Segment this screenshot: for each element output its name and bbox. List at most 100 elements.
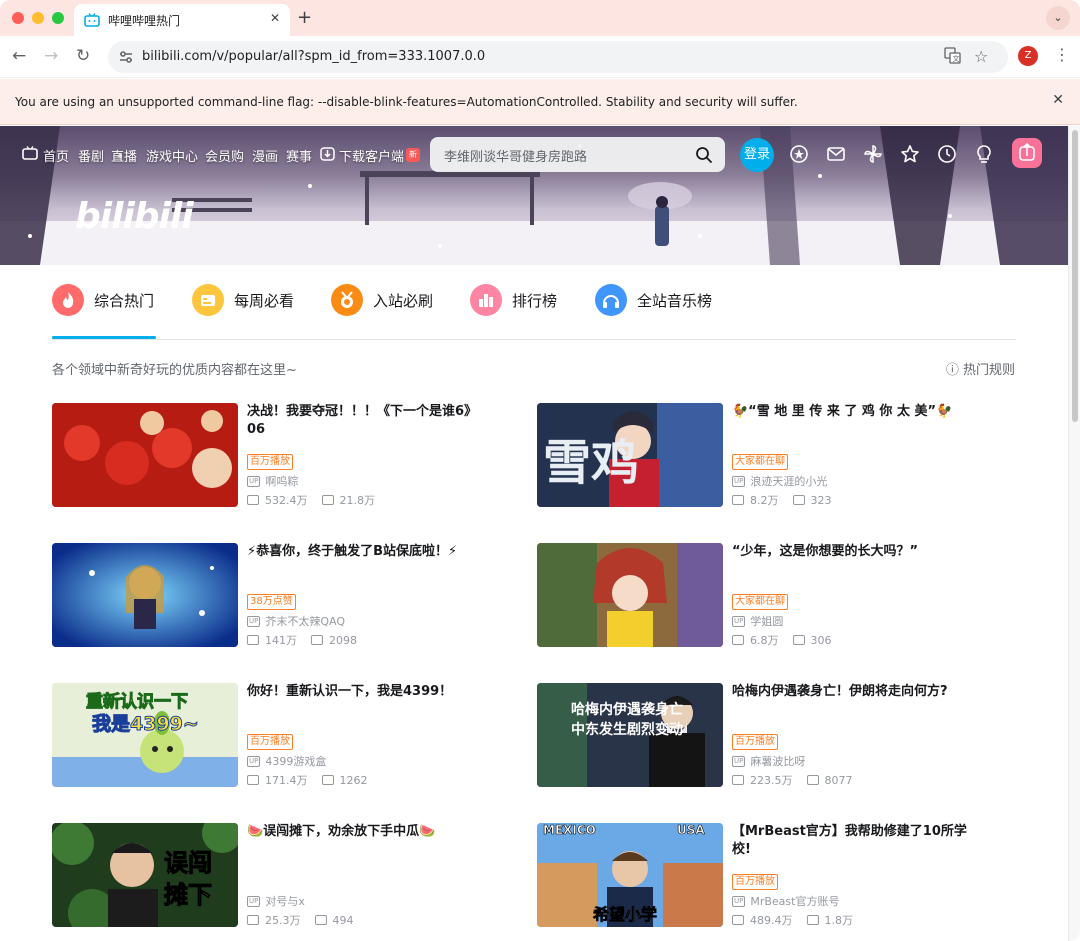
uploader-row[interactable]: UP MrBeast官方账号 [732, 893, 839, 909]
category-tabs: 综合热门 每周必看 入站必刷 排行榜 全站音乐榜 [52, 265, 1016, 340]
dynamics-icon[interactable] [863, 144, 883, 164]
nav-home[interactable]: 首页 [43, 146, 69, 165]
bilibili-logo[interactable]: bilibili [75, 196, 194, 237]
video-thumbnail[interactable]: MEXICO USA 希望小学 [537, 823, 723, 927]
video-title[interactable]: 决战！我要夺冠！！！《下一个是谁6》06 [247, 403, 487, 439]
page-scrollbar[interactable] [1068, 126, 1080, 941]
danmaku-icon [806, 775, 819, 785]
video-thumbnail[interactable] [537, 543, 723, 647]
minimize-window-button[interactable] [32, 12, 44, 24]
video-badge: 百万播放 [732, 874, 778, 890]
new-tab-button[interactable]: + [297, 7, 312, 28]
video-card[interactable]: “少年，这是你想要的长大吗？” 大家都在聊 UP 学姐圆 6.8万 306 [537, 543, 1017, 647]
tab-popular[interactable]: 综合热门 [52, 283, 154, 317]
section-subtitle: 各个领域中新奇好玩的优质内容都在这里~ [52, 363, 297, 378]
address-bar[interactable]: bilibili.com/v/popular/all?spm_id_from=3… [108, 41, 1008, 73]
video-title[interactable]: “少年，这是你想要的长大吗？” [732, 543, 972, 561]
tab-title: 哔哩哔哩热门 [108, 13, 181, 28]
nav-manga[interactable]: 漫画 [252, 146, 278, 165]
video-card[interactable]: ⚡恭喜你，终于触发了B站保底啦！⚡ 38万点赞 UP 芥末不太辣QAQ 141万 2… [52, 543, 532, 647]
site-settings-icon[interactable] [118, 49, 134, 65]
uploader-row[interactable]: UP 学姐圆 [732, 613, 783, 629]
nav-anime[interactable]: 番剧 [78, 146, 104, 165]
tab-must-see[interactable]: 入站必刷 [331, 283, 433, 317]
video-thumbnail[interactable]: 雪鸡 [537, 403, 723, 507]
new-badge: 新 [406, 148, 420, 162]
thumbnail-caption: 雪鸡 [543, 435, 640, 491]
browser-tab[interactable]: 哔哩哔哩热门 ✕ [74, 4, 290, 36]
play-icon [247, 495, 259, 505]
nav-shop[interactable]: 会员购 [205, 146, 244, 165]
favorites-star-icon[interactable] [900, 144, 920, 164]
video-title[interactable]: 哈梅内伊遇袭身亡！伊朗将走向何方? [732, 683, 972, 701]
video-title[interactable]: 🐓“雪 地 里 传 来 了 鸡 你 太 美”🐓 [732, 403, 972, 421]
nav-download-client[interactable]: 下载客户端 [339, 146, 404, 165]
scrollbar-thumb[interactable] [1072, 130, 1078, 422]
site-header-banner: bilibili 首页 番剧 直播 游戏中心 会员购 漫画 赛事 下载客户端 新… [0, 126, 1068, 265]
uploader-name: 芥末不太辣QAQ [265, 615, 346, 628]
tab-music-chart[interactable]: 全站音乐榜 [595, 283, 712, 317]
vip-icon[interactable] [789, 144, 809, 164]
video-thumbnail[interactable] [52, 403, 238, 507]
video-stats: 489.4万 1.8万 [732, 912, 853, 928]
tab-ranking[interactable]: 排行榜 [470, 283, 557, 317]
video-thumbnail[interactable]: 误闯 摊下 [52, 823, 238, 927]
uploader-row[interactable]: UP 对号与x [247, 893, 305, 909]
tv-icon [22, 146, 38, 164]
video-thumbnail[interactable] [52, 543, 238, 647]
view-count: 489.4万 [750, 914, 793, 927]
tab-close-icon[interactable]: ✕ [270, 11, 280, 25]
translate-icon[interactable]: 文 [944, 47, 961, 68]
tab-search-chevron-icon[interactable]: ⌄ [1046, 6, 1070, 30]
play-icon [732, 635, 744, 645]
video-card[interactable]: 雪鸡 🐓“雪 地 里 传 来 了 鸡 你 太 美”🐓 大家都在聊 UP 浪迹天涯的… [537, 403, 1017, 507]
profile-avatar[interactable]: Z [1018, 46, 1038, 66]
creation-bulb-icon[interactable] [974, 144, 994, 164]
video-title[interactable]: 【MrBeast官方】我帮助修建了10所学校! [732, 823, 972, 859]
video-card[interactable]: MEXICO USA 希望小学 【MrBeast官方】我帮助修建了10所学校! … [537, 823, 1017, 927]
video-card[interactable]: 误闯 摊下 🍉误闯摊下，劝余放下手中瓜🍉 UP 对号与x 25.3万 494 [52, 823, 532, 927]
tab-label: 综合热门 [94, 291, 155, 310]
uploader-row[interactable]: UP 4399游戏盒 [247, 753, 326, 769]
video-title[interactable]: 你好！重新认识一下，我是4399！ [247, 683, 487, 701]
browser-menu-icon[interactable]: ⋮ [1054, 45, 1070, 64]
video-card[interactable]: 重新认识一下 我是4399~ 你好！重新认识一下，我是4399！ 百万播放 UP… [52, 683, 532, 787]
uploader-row[interactable]: UP 芥末不太辣QAQ [247, 613, 345, 629]
bookmark-star-icon[interactable]: ☆ [974, 47, 988, 66]
tab-weekly[interactable]: 每周必看 [192, 283, 294, 317]
search-icon[interactable] [695, 146, 713, 164]
play-icon [247, 775, 259, 785]
info-icon: ⓘ [945, 363, 959, 378]
url-text: bilibili.com/v/popular/all?spm_id_from=3… [142, 49, 486, 64]
upload-button[interactable] [1012, 138, 1042, 168]
video-title[interactable]: 🍉误闯摊下，劝余放下手中瓜🍉 [247, 823, 487, 841]
uploader-name: 啊呜粽 [265, 475, 299, 488]
history-clock-icon[interactable] [937, 144, 957, 164]
uploader-row[interactable]: UP 麻薯波比呀 [732, 753, 805, 769]
nav-game-center[interactable]: 游戏中心 [146, 146, 198, 165]
download-icon [320, 146, 335, 165]
video-thumbnail[interactable]: 重新认识一下 我是4399~ [52, 683, 238, 787]
nav-live[interactable]: 直播 [111, 146, 137, 165]
video-thumbnail[interactable]: 哈梅内伊遇袭身亡 中东发生剧烈变动 [537, 683, 723, 787]
nav-match[interactable]: 赛事 [286, 146, 312, 165]
uploader-row[interactable]: UP 浪迹天涯的小光 [732, 473, 827, 489]
browser-toolbar: ← → ↻ bilibili.com/v/popular/all?spm_id_… [0, 36, 1080, 78]
message-icon[interactable] [826, 144, 846, 164]
uploader-row[interactable]: UP 啊呜粽 [247, 473, 298, 489]
video-badge: 大家都在聊 [732, 594, 788, 610]
search-input[interactable]: 李维刚谈华哥健身房跑路 [430, 137, 725, 172]
popular-rules-link[interactable]: ⓘ 热门规则 [946, 359, 1015, 378]
video-title[interactable]: ⚡恭喜你，终于触发了B站保底啦！⚡ [247, 543, 487, 561]
infobar-close-icon[interactable]: ✕ [1052, 92, 1064, 108]
close-window-button[interactable] [12, 12, 24, 24]
back-icon[interactable]: ← [12, 46, 26, 66]
login-button[interactable]: 登录 [740, 138, 774, 172]
forward-icon[interactable]: → [44, 46, 58, 66]
video-card[interactable]: 决战！我要夺冠！！！《下一个是谁6》06 百万播放 UP 啊呜粽 532.4万 21… [52, 403, 532, 507]
svg-text:文: 文 [953, 54, 960, 63]
reload-icon[interactable]: ↻ [76, 46, 90, 66]
video-stats: 171.4万 1262 [247, 772, 368, 788]
video-card[interactable]: 哈梅内伊遇袭身亡 中东发生剧烈变动 哈梅内伊遇袭身亡！伊朗将走向何方? 百万播放… [537, 683, 1017, 787]
maximize-window-button[interactable] [52, 12, 64, 24]
